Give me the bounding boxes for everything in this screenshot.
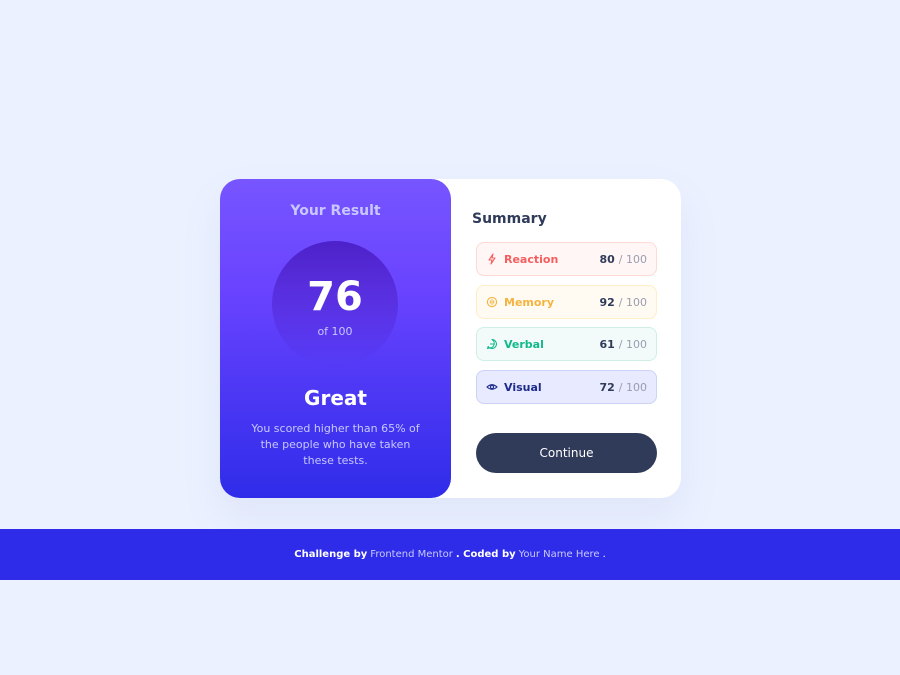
summary-title: Summary [472, 211, 547, 227]
author-link[interactable]: Your Name Here [519, 549, 600, 560]
frontend-mentor-link[interactable]: Frontend Mentor [370, 549, 453, 560]
summary-item-label: Verbal [504, 337, 544, 351]
result-description: You scored higher than 65% of the people… [251, 422, 420, 467]
footer: Challenge by Frontend Mentor . Coded by … [0, 529, 900, 580]
summary-item-label: Memory [504, 295, 555, 309]
summary-item-memory: Memory 92 / 100 [476, 285, 657, 319]
result-title: Your Result [290, 203, 381, 219]
summary-item-score: 80 [599, 252, 615, 266]
chat-bubble-icon [486, 338, 498, 350]
result-panel: Your Result 76 of 100 Great You scored h… [220, 179, 451, 498]
eye-icon [486, 381, 498, 393]
footer-coded-prefix: . Coded by [455, 549, 516, 560]
footer-suffix: . [602, 549, 606, 560]
footer-challenge-prefix: Challenge by [294, 549, 368, 560]
summary-panel: Summary Reaction 80 / 100 Memory 92 / 10… [451, 179, 681, 498]
score-of-label: of 100 [317, 325, 353, 338]
lightning-icon [486, 253, 498, 265]
score-circle: 76 of 100 [272, 241, 398, 367]
continue-button[interactable]: Continue [476, 433, 657, 473]
summary-item-label: Visual [504, 380, 542, 394]
summary-item-score: 61 [599, 337, 615, 351]
brain-icon [486, 296, 498, 308]
score-value: 76 [307, 274, 363, 320]
summary-item-max: / 100 [618, 337, 647, 351]
summary-item-reaction: Reaction 80 / 100 [476, 242, 657, 276]
summary-item-max: / 100 [618, 252, 647, 266]
results-card: Your Result 76 of 100 Great You scored h… [220, 179, 681, 498]
summary-item-label: Reaction [504, 252, 559, 266]
summary-item-max: / 100 [618, 295, 647, 309]
summary-item-score: 92 [599, 295, 615, 309]
summary-item-max: / 100 [618, 380, 647, 394]
summary-item-visual: Visual 72 / 100 [476, 370, 657, 404]
summary-item-score: 72 [599, 380, 615, 394]
result-rating: Great [304, 386, 367, 410]
summary-item-verbal: Verbal 61 / 100 [476, 327, 657, 361]
